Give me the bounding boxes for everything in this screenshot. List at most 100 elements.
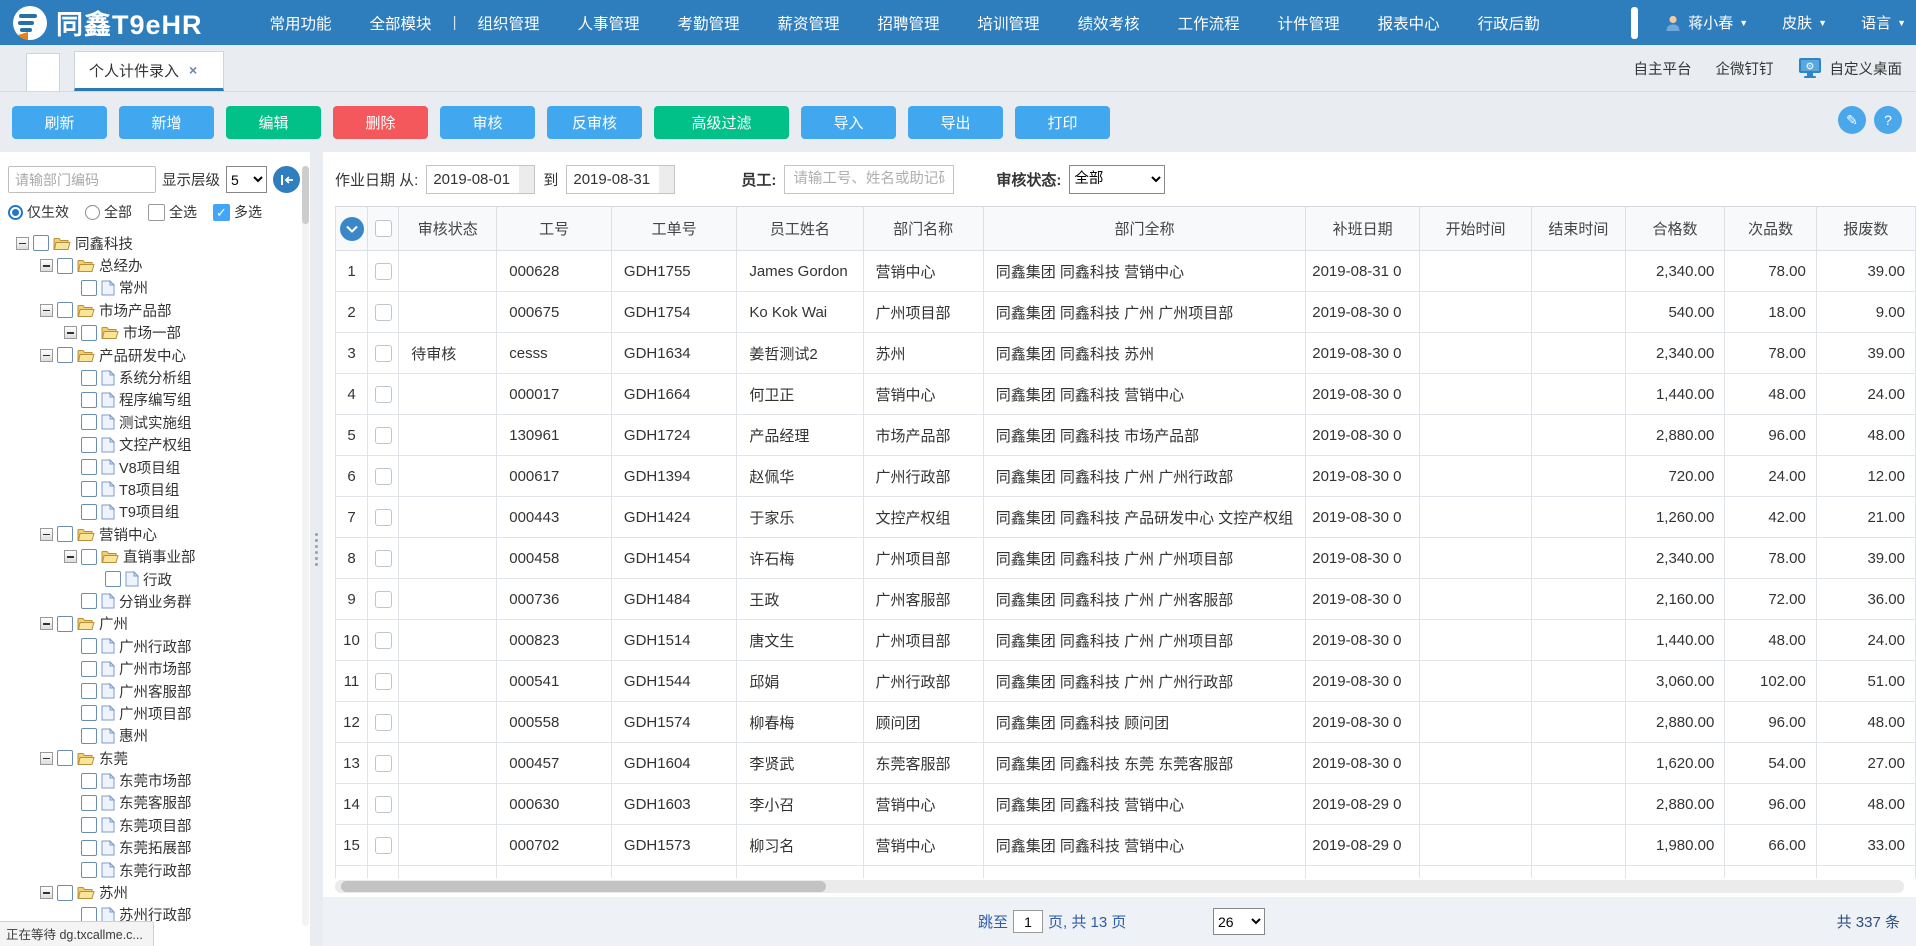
page-size-select[interactable]: 26 (1213, 908, 1265, 935)
row-checkbox[interactable] (375, 427, 392, 444)
self-platform-link[interactable]: 自主平台 (1634, 58, 1692, 79)
tree-expander-icon[interactable] (64, 550, 77, 563)
column-header-审核状态[interactable]: 审核状态 (399, 207, 497, 251)
row-checkbox[interactable] (375, 837, 392, 854)
tree-checkbox[interactable] (81, 705, 97, 721)
toolbar-button-审核[interactable]: 审核 (440, 106, 535, 139)
tree-expander-icon[interactable] (16, 237, 29, 250)
tree-item-程序编写组[interactable]: 程序编写组 (8, 389, 300, 411)
row-checkbox[interactable] (375, 345, 392, 362)
column-header-补班日期[interactable]: 补班日期 (1306, 207, 1420, 251)
row-checkbox[interactable] (375, 550, 392, 567)
tree-item-同鑫科技[interactable]: 同鑫科技 (8, 232, 300, 254)
tree-checkbox[interactable] (81, 392, 97, 408)
tree-checkbox[interactable] (33, 235, 49, 251)
date-to-input[interactable] (567, 166, 659, 193)
tree-item-苏州[interactable]: 苏州 (8, 881, 300, 903)
menu-item-4[interactable]: 人事管理 (577, 12, 639, 34)
tree-item-市场产品部[interactable]: 市场产品部 (8, 299, 300, 321)
tree-item-T9项目组[interactable]: T9项目组 (8, 501, 300, 523)
tree-checkbox[interactable] (81, 280, 97, 296)
column-header-工号[interactable]: 工号 (497, 207, 612, 251)
toolbar-button-反审核[interactable]: 反审核 (547, 106, 642, 139)
language-menu[interactable]: 语言 ▼ (1861, 12, 1906, 33)
toolbar-button-删除[interactable]: 删除 (333, 106, 428, 139)
toolbar-button-导出[interactable]: 导出 (908, 106, 1003, 139)
tree-checkbox[interactable] (57, 885, 73, 901)
select-all-rows-checkbox[interactable] (375, 220, 392, 237)
table-row[interactable]: 3待审核cesssGDH1634姜哲测试2苏州同鑫集团 同鑫科技 苏州2019-… (336, 333, 1916, 374)
menu-item-7[interactable]: 招聘管理 (878, 12, 940, 34)
menu-item-3[interactable]: 组织管理 (477, 12, 539, 34)
row-checkbox[interactable] (375, 796, 392, 813)
horizontal-scrollbar-thumb[interactable] (341, 881, 826, 892)
table-row[interactable]: 2000675GDH1754Ko Kok Wai广州项目部同鑫集团 同鑫科技 广… (336, 292, 1916, 333)
menu-item-9[interactable]: 绩效考核 (1078, 12, 1140, 34)
date-picker-zone[interactable] (519, 166, 534, 193)
tree-item-营销中心[interactable]: 营销中心 (8, 523, 300, 545)
tree-item-广州客服部[interactable]: 广州客服部 (8, 680, 300, 702)
help-icon[interactable]: ? (1874, 106, 1902, 134)
tree-item-市场一部[interactable]: 市场一部 (8, 322, 300, 344)
tree-checkbox[interactable] (81, 728, 97, 744)
tree-checkbox[interactable] (57, 302, 73, 318)
menu-item-8[interactable]: 培训管理 (978, 12, 1040, 34)
column-header-部门名称[interactable]: 部门名称 (863, 207, 983, 251)
menu-item-1[interactable]: 常用功能 (270, 12, 332, 34)
toolbar-button-新增[interactable]: 新增 (119, 106, 214, 139)
tree-item-惠州[interactable]: 惠州 (8, 725, 300, 747)
tree-item-广州[interactable]: 广州 (8, 613, 300, 635)
toolbar-button-编辑[interactable]: 编辑 (226, 106, 321, 139)
tree-item-行政[interactable]: 行政 (8, 568, 300, 590)
table-row[interactable]: 7000443GDH1424于家乐文控产权组同鑫集团 同鑫科技 产品研发中心 文… (336, 497, 1916, 538)
multi-select-checkbox[interactable]: ✓ (213, 204, 230, 221)
tree-item-东莞客服部[interactable]: 东莞客服部 (8, 792, 300, 814)
custom-desktop-link[interactable]: ⚙ 自定义桌面 (1798, 57, 1903, 79)
menu-item-11[interactable]: 计件管理 (1278, 12, 1340, 34)
tree-item-东莞行政部[interactable]: 东莞行政部 (8, 859, 300, 881)
column-header-次品数[interactable]: 次品数 (1725, 207, 1817, 251)
tree-expander-icon[interactable] (40, 617, 53, 630)
table-row[interactable]: 13000457GDH1604李贤武东莞客服部同鑫集团 同鑫科技 东莞 东莞客服… (336, 743, 1916, 784)
tree-checkbox[interactable] (57, 258, 73, 274)
tree-checkbox[interactable] (81, 481, 97, 497)
table-row[interactable]: 10000823GDH1514唐文生广州项目部同鑫集团 同鑫科技 广州 广州项目… (336, 620, 1916, 661)
tree-checkbox[interactable] (81, 414, 97, 430)
row-checkbox[interactable] (375, 304, 392, 321)
toolbar-button-刷新[interactable]: 刷新 (12, 106, 107, 139)
tree-checkbox[interactable] (81, 862, 97, 878)
sidebar-scrollbar-thumb[interactable] (302, 166, 309, 224)
menu-item-6[interactable]: 薪资管理 (778, 12, 840, 34)
tree-item-东莞[interactable]: 东莞 (8, 747, 300, 769)
table-row[interactable]: 6000617GDH1394赵佩华广州行政部同鑫集团 同鑫科技 广州 广州行政部… (336, 456, 1916, 497)
table-row[interactable]: 4000017GDH1664何卫正营销中心同鑫集团 同鑫科技 营销中心2019-… (336, 374, 1916, 415)
menu-item-13[interactable]: 行政后勤 (1478, 12, 1540, 34)
nav-scrollbar[interactable] (1631, 7, 1638, 39)
tree-checkbox[interactable] (81, 683, 97, 699)
tree-item-产品研发中心[interactable]: 产品研发中心 (8, 344, 300, 366)
collapse-sidebar-button[interactable] (273, 166, 300, 193)
panel-splitter[interactable] (310, 152, 323, 946)
wecom-dingtalk-link[interactable]: 企微钉钉 (1716, 58, 1774, 79)
toolbar-button-导入[interactable]: 导入 (801, 106, 896, 139)
toolbar-button-高级过滤[interactable]: 高级过滤 (654, 106, 789, 139)
column-header-开始时间[interactable]: 开始时间 (1419, 207, 1531, 251)
tree-checkbox[interactable] (81, 840, 97, 856)
tree-checkbox[interactable] (57, 750, 73, 766)
tree-expander-icon[interactable] (40, 528, 53, 541)
sidebar-scrollbar[interactable] (302, 166, 309, 926)
user-menu[interactable]: 蒋小春 ▼ (1664, 12, 1748, 33)
tree-checkbox[interactable] (57, 616, 73, 632)
tree-item-广州行政部[interactable]: 广州行政部 (8, 635, 300, 657)
tree-checkbox[interactable] (57, 526, 73, 542)
tree-item-总经办[interactable]: 总经办 (8, 254, 300, 276)
tree-expander-icon[interactable] (40, 886, 53, 899)
column-header-员工姓名[interactable]: 员工姓名 (737, 207, 863, 251)
row-checkbox[interactable] (375, 591, 392, 608)
radio-effective-only[interactable] (8, 205, 23, 220)
tree-checkbox[interactable] (81, 325, 97, 341)
tree-item-文控产权组[interactable]: 文控产权组 (8, 434, 300, 456)
row-checkbox[interactable] (375, 263, 392, 280)
edit-pencil-icon[interactable]: ✎ (1838, 106, 1866, 134)
table-row[interactable]: 9000736GDH1484王政广州客服部同鑫集团 同鑫科技 广州 广州客服部2… (336, 579, 1916, 620)
